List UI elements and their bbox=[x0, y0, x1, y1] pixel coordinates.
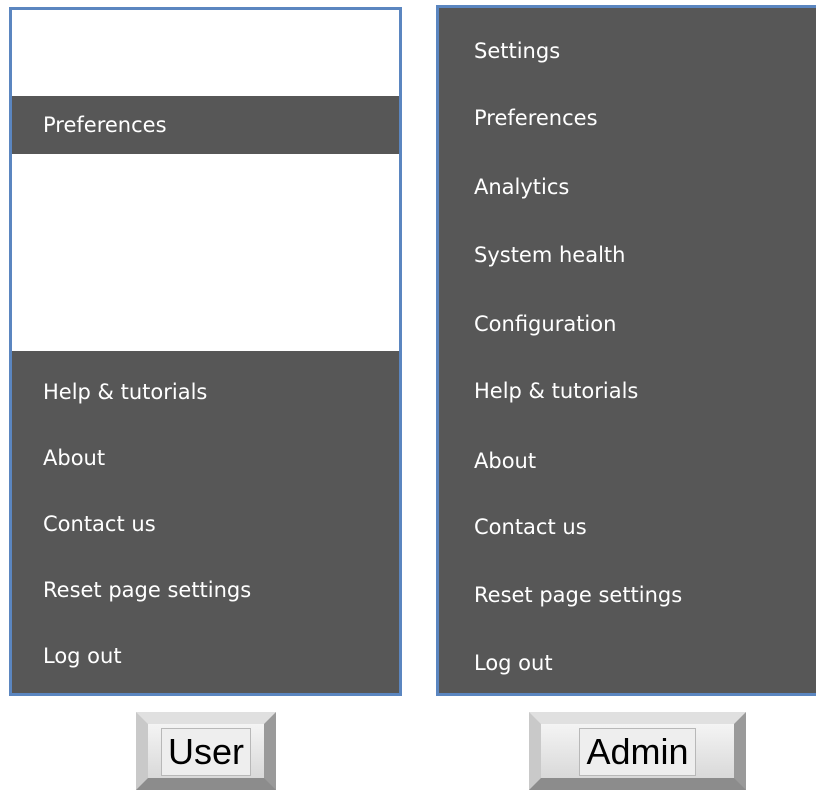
menu-item-label: Log out bbox=[474, 651, 553, 675]
user-menu-item-logout[interactable]: Log out bbox=[12, 623, 399, 689]
menu-item-label: About bbox=[474, 449, 537, 473]
user-menu-item-preferences[interactable]: Preferences bbox=[12, 96, 399, 154]
admin-menu-item-preferences[interactable]: Preferences bbox=[439, 83, 816, 153]
admin-menu-item-help[interactable]: Help & tutorials bbox=[439, 356, 816, 426]
menu-item-label: Contact us bbox=[474, 515, 587, 539]
menu-item-label: About bbox=[43, 446, 106, 470]
menu-item-label: Preferences bbox=[474, 106, 598, 130]
menu-item-label: Reset page settings bbox=[474, 583, 683, 607]
user-menu-bottom-group: Help & tutorials About Contact us Reset … bbox=[12, 351, 399, 693]
menu-item-label: Help & tutorials bbox=[474, 379, 639, 403]
admin-menu-item-reset[interactable]: Reset page settings bbox=[439, 560, 816, 630]
user-menu-item-help[interactable]: Help & tutorials bbox=[12, 359, 399, 425]
menu-item-label: Help & tutorials bbox=[43, 380, 208, 404]
menu-item-label: Contact us bbox=[43, 512, 156, 536]
admin-menu-item-system-health[interactable]: System health bbox=[439, 220, 816, 290]
menu-item-label: Log out bbox=[43, 644, 122, 668]
menu-item-label: Preferences bbox=[43, 113, 167, 137]
user-role-button-label: User bbox=[160, 728, 251, 776]
user-menu-panel: Preferences Help & tutorials About Conta… bbox=[9, 7, 402, 696]
admin-menu-item-contact[interactable]: Contact us bbox=[439, 492, 816, 562]
user-menu-item-contact[interactable]: Contact us bbox=[12, 491, 399, 557]
menu-item-label: Settings bbox=[474, 39, 561, 63]
admin-menu-panel: Settings Preferences Analytics System he… bbox=[436, 5, 816, 696]
admin-menu-item-settings[interactable]: Settings bbox=[439, 16, 816, 86]
user-menu-item-about[interactable]: About bbox=[12, 425, 399, 491]
admin-menu-item-about[interactable]: About bbox=[439, 426, 816, 496]
user-role-button[interactable]: User bbox=[136, 712, 276, 790]
user-menu-item-reset[interactable]: Reset page settings bbox=[12, 557, 399, 623]
menu-item-label: Configuration bbox=[474, 312, 617, 336]
admin-role-button-label: Admin bbox=[579, 728, 696, 776]
menu-item-label: System health bbox=[474, 243, 626, 267]
menu-item-label: Reset page settings bbox=[43, 578, 252, 602]
menu-item-label: Analytics bbox=[474, 175, 570, 199]
admin-menu-item-logout[interactable]: Log out bbox=[439, 628, 816, 698]
admin-menu-item-configuration[interactable]: Configuration bbox=[439, 289, 816, 359]
admin-role-button[interactable]: Admin bbox=[529, 712, 746, 790]
admin-menu-item-analytics[interactable]: Analytics bbox=[439, 152, 816, 222]
